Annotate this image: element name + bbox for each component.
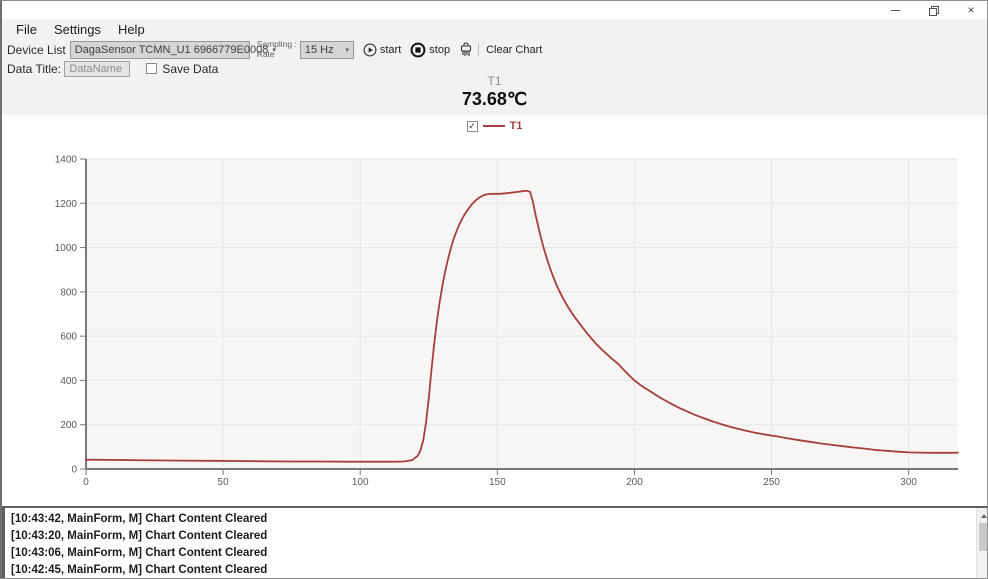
- clear-chart-button[interactable]: Clear Chart: [459, 42, 542, 57]
- log-lines: [10:43:42, MainForm, M] Chart Content Cl…: [5, 508, 988, 579]
- minimize-button[interactable]: [887, 3, 903, 17]
- log-panel: [10:43:42, MainForm, M] Chart Content Cl…: [2, 506, 988, 579]
- log-entry: [10:42:45, MainForm, M] Chart Content Cl…: [11, 562, 983, 579]
- title-bar: ×: [2, 1, 987, 19]
- toolbar-row-1: Device List DagaSensor TCMN_U1 6966779E0…: [7, 40, 542, 59]
- stop-circle-icon: [410, 42, 426, 58]
- chart-header: T1 73.68℃: [2, 74, 987, 110]
- stop-button[interactable]: stop: [410, 42, 450, 58]
- svg-text:800: 800: [60, 287, 77, 298]
- top-panel: File Settings Help Device List DagaSenso…: [2, 19, 987, 115]
- restore-icon: [929, 6, 937, 14]
- chart-plot: 0 200 400 600 800 1000 1200 1400 0 50 100 150 200 250…: [2, 139, 988, 506]
- sampling-rate-value: 15 Hz: [305, 44, 334, 56]
- close-icon: ×: [967, 4, 974, 16]
- save-data-checkbox[interactable]: [146, 63, 157, 74]
- svg-text:300: 300: [900, 477, 917, 488]
- minimize-icon: [891, 10, 900, 11]
- menu-help[interactable]: Help: [114, 21, 149, 38]
- legend-checkbox[interactable]: [467, 121, 478, 132]
- start-label: start: [380, 44, 401, 56]
- chart-legend: T1: [2, 120, 987, 132]
- sampling-rate-label: Sampling : Rate: [257, 40, 297, 60]
- stop-label: stop: [429, 44, 450, 56]
- chart-current-value: 73.68℃: [2, 89, 987, 110]
- menu-bar: File Settings Help: [12, 21, 149, 38]
- log-entry: [10:43:42, MainForm, M] Chart Content Cl…: [11, 511, 983, 528]
- clear-chart-label: Clear Chart: [486, 44, 542, 56]
- sampling-rate-select[interactable]: 15 Hz ▾: [300, 41, 354, 59]
- svg-text:400: 400: [60, 376, 77, 387]
- chevron-down-icon: ▾: [345, 46, 349, 54]
- device-list-select[interactable]: DagaSensor TCMN_U1 6966779E0008 ▾: [70, 41, 250, 59]
- svg-text:1400: 1400: [55, 155, 78, 166]
- svg-text:0: 0: [83, 477, 89, 488]
- start-button[interactable]: start: [363, 43, 401, 57]
- device-list-value: DagaSensor TCMN_U1 6966779E0008: [75, 44, 269, 56]
- brush-icon: [459, 42, 473, 57]
- toolbar-separator: [478, 43, 479, 56]
- play-circle-icon: [363, 43, 377, 57]
- restore-button[interactable]: [925, 3, 941, 17]
- svg-text:250: 250: [763, 477, 780, 488]
- device-list-label: Device List: [7, 43, 66, 57]
- svg-text:50: 50: [218, 477, 230, 488]
- legend-line-swatch: [483, 125, 505, 127]
- log-scrollbar[interactable]: [976, 508, 988, 578]
- close-button[interactable]: ×: [963, 3, 979, 17]
- svg-text:200: 200: [626, 477, 643, 488]
- svg-text:150: 150: [489, 477, 506, 488]
- svg-text:200: 200: [60, 420, 77, 431]
- log-entry: [10:43:20, MainForm, M] Chart Content Cl…: [11, 528, 983, 545]
- svg-text:0: 0: [71, 465, 77, 476]
- svg-text:600: 600: [60, 332, 77, 343]
- legend-series-label[interactable]: T1: [510, 120, 523, 132]
- window-controls: ×: [887, 3, 979, 17]
- menu-settings[interactable]: Settings: [50, 21, 105, 38]
- svg-text:1200: 1200: [55, 199, 78, 210]
- svg-text:1000: 1000: [55, 243, 78, 254]
- chart-title: T1: [2, 74, 987, 88]
- log-entry: [10:43:06, MainForm, M] Chart Content Cl…: [11, 545, 983, 562]
- scrollbar-thumb[interactable]: [979, 523, 988, 551]
- app-window: × File Settings Help Device List DagaSen…: [0, 0, 988, 579]
- svg-text:100: 100: [352, 477, 369, 488]
- menu-file[interactable]: File: [12, 21, 41, 38]
- scroll-up-icon[interactable]: [977, 510, 988, 521]
